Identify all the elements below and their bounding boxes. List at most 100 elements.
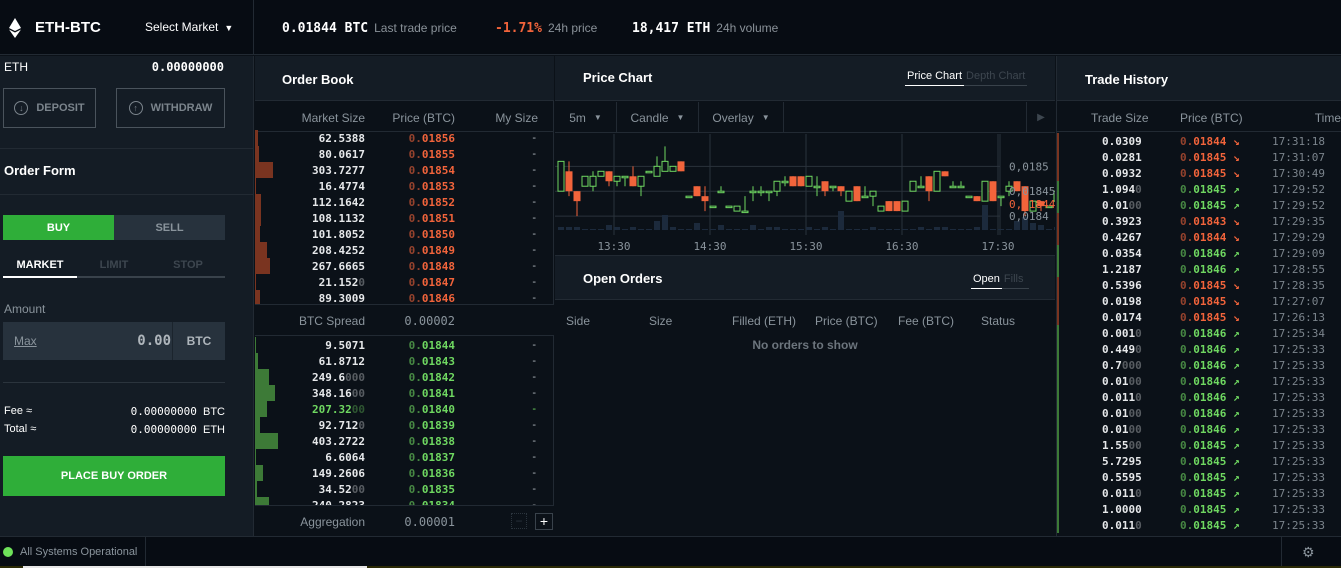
tab-open[interactable]: Open (971, 273, 1002, 289)
depth-bar (255, 449, 256, 465)
bid-row[interactable]: 403.2722 0.01838 - (255, 433, 554, 449)
ask-row[interactable]: 208.4252 0.01849 - (255, 242, 554, 258)
candle (597, 170, 605, 177)
ask-row[interactable]: 303.7277 0.01854 - (255, 162, 554, 178)
volume-bar (862, 229, 868, 230)
price: 0.01842 (408, 371, 455, 384)
tab-depth-chart[interactable]: Depth Chart (964, 70, 1028, 86)
trade-row: 0.0309 0.01844 ↘ 17:31:18 (1057, 133, 1341, 149)
depth-bar (255, 210, 261, 226)
status-ok-icon (3, 547, 13, 557)
fee-unit: BTC (203, 406, 225, 418)
trade-row: 0.0354 0.01846 ↗ 17:29:09 (1057, 245, 1341, 261)
max-link[interactable]: Max (14, 334, 37, 348)
interval-dropdown[interactable]: 5m ▼ (555, 102, 617, 133)
my-size: - (532, 132, 536, 144)
side-indicator (1057, 373, 1059, 389)
aggregation-decrease-button[interactable]: − (511, 513, 527, 529)
place-buy-order-button[interactable]: PLACE BUY ORDER (3, 456, 225, 496)
play-icon[interactable]: ▶ (1026, 102, 1055, 133)
system-status[interactable]: All Systems Operational (20, 546, 137, 558)
open-orders-header: Open Orders Open Fills (555, 255, 1055, 300)
ask-row[interactable]: 16.4774 0.01853 - (255, 178, 554, 194)
ask-row[interactable]: 80.0617 0.01855 - (255, 146, 554, 162)
my-size: - (532, 483, 536, 495)
side-indicator (1057, 341, 1059, 357)
candle (581, 175, 589, 187)
tab-stop[interactable]: STOP (151, 256, 225, 276)
tab-market[interactable]: MARKET (3, 256, 77, 278)
ask-row[interactable]: 112.1642 0.01852 - (255, 194, 554, 210)
my-size: - (532, 196, 536, 208)
candle (557, 160, 565, 192)
volume-bar (766, 227, 772, 230)
ask-row[interactable]: 21.1520 0.01847 - (255, 274, 554, 290)
side-indicator (1057, 357, 1059, 373)
bid-row[interactable]: 149.2606 0.01836 - (255, 465, 554, 481)
depth-bar (255, 401, 267, 417)
trade-time: 17:25:33 (1272, 487, 1325, 500)
volume-bar (758, 229, 764, 230)
candle (949, 181, 957, 189)
tab-fills[interactable]: Fills (1001, 273, 1030, 289)
candlestick-chart[interactable]: 0,0185 0,01845 0,0184 13:30 14:30 15:30 16:30 1… (555, 134, 1055, 255)
market-size: 249.6000 (312, 371, 365, 384)
trade-price: 0.01844 ↘ (1180, 231, 1240, 244)
price: 0.01852 (408, 196, 455, 209)
candle (781, 176, 789, 187)
volume-bar (694, 223, 700, 230)
volume-bar (566, 227, 572, 230)
deposit-button[interactable]: ↓ DEPOSIT (3, 88, 96, 128)
buy-sell-toggle: BUY SELL (3, 215, 225, 240)
trade-time: 17:29:09 (1272, 247, 1325, 260)
depth-bar (255, 242, 267, 258)
volume-bar (990, 229, 996, 230)
tab-limit[interactable]: LIMIT (77, 256, 151, 276)
aggregation-increase-button[interactable]: + (535, 513, 553, 530)
bid-row[interactable]: 34.5200 0.01835 - (255, 481, 554, 497)
side-indicator (1057, 181, 1059, 197)
candle (573, 191, 581, 217)
bid-row[interactable]: 6.6064 0.01837 - (255, 449, 554, 465)
trade-row: 1.2187 0.01846 ↗ 17:28:55 (1057, 261, 1341, 277)
volume-bar (830, 229, 836, 230)
volume-bar (558, 227, 564, 230)
bid-row[interactable]: 92.7120 0.01839 - (255, 417, 554, 433)
depth-bar (255, 337, 256, 353)
arrow-down-right-icon: ↘ (1233, 167, 1240, 180)
y-tick-label: 0,0185 (1009, 160, 1049, 173)
volume-bar (814, 229, 820, 230)
trade-size: 0.0110 (1102, 487, 1142, 500)
buy-tab[interactable]: BUY (3, 215, 114, 240)
bid-row[interactable]: 348.1600 0.01841 - (255, 385, 554, 401)
market-size: 62.5388 (318, 132, 365, 145)
bid-row[interactable]: 249.6000 0.01842 - (255, 369, 554, 385)
ask-row[interactable]: 101.8052 0.01850 - (255, 226, 554, 242)
amount-input[interactable] (63, 322, 171, 360)
side-indicator (1057, 421, 1059, 437)
side-indicator (1057, 261, 1059, 277)
trade-time: 17:25:33 (1272, 375, 1325, 388)
price: 0.01848 (408, 260, 455, 273)
ask-row[interactable]: 62.5388 0.01856 - (255, 130, 554, 146)
trade-row: 5.7295 0.01845 ↗ 17:25:33 (1057, 453, 1341, 469)
select-market-dropdown[interactable]: Select Market ▼ (145, 20, 233, 34)
gear-icon[interactable]: ⚙ (1302, 544, 1315, 561)
chart-style-dropdown[interactable]: Candle ▼ (617, 102, 699, 133)
market-size: 16.4774 (318, 180, 365, 193)
volume-bar (654, 221, 660, 230)
price-change-value: -1.71% (495, 21, 542, 36)
depth-bar (255, 385, 275, 401)
bid-row[interactable]: 9.5071 0.01844 - (255, 337, 554, 353)
tab-price-chart[interactable]: Price Chart (905, 70, 965, 86)
withdraw-button[interactable]: ↑ WITHDRAW (116, 88, 225, 128)
bid-row[interactable]: 61.8712 0.01843 - (255, 353, 554, 369)
sell-tab[interactable]: SELL (114, 215, 225, 240)
ask-row[interactable]: 108.1132 0.01851 - (255, 210, 554, 226)
volume-bar (998, 229, 1004, 230)
price: 0.01851 (408, 212, 455, 225)
bid-row[interactable]: 207.3200 0.01840 - (255, 401, 554, 417)
depth-bar (255, 194, 261, 210)
overlay-dropdown[interactable]: Overlay ▼ (699, 102, 784, 133)
ask-row[interactable]: 267.6665 0.01848 - (255, 258, 554, 274)
